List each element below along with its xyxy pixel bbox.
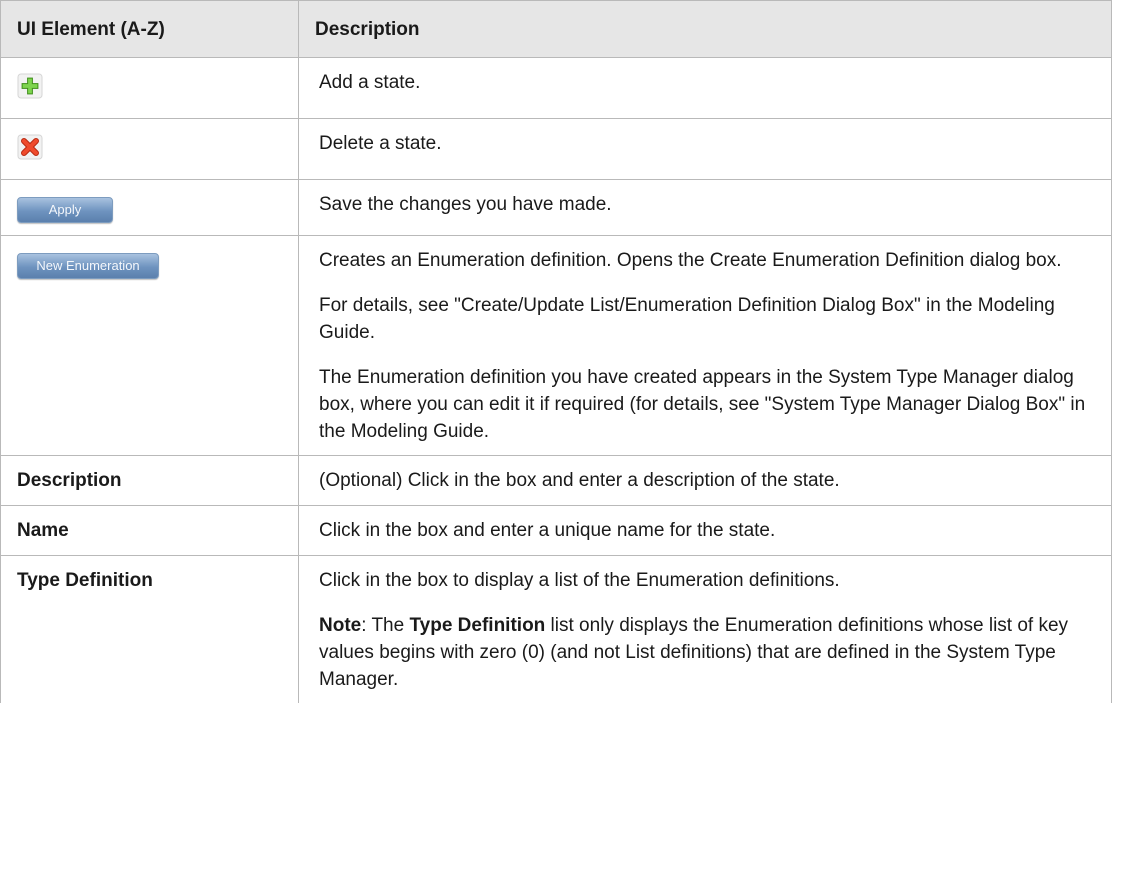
table-row: Description (Optional) Click in the box … bbox=[0, 455, 1112, 506]
description-text: Delete a state. bbox=[319, 133, 442, 154]
table-row: Delete a state. bbox=[0, 118, 1112, 180]
table-row: New Enumeration Creates an Enumeration d… bbox=[0, 235, 1112, 456]
column-header-ui-element: UI Element (A-Z) bbox=[0, 0, 299, 58]
description-cell: Save the changes you have made. bbox=[298, 179, 1112, 236]
new-enumeration-button-image: New Enumeration bbox=[17, 253, 159, 279]
ui-element-label: Type Definition bbox=[17, 570, 153, 591]
table-row: Apply Save the changes you have made. bbox=[0, 179, 1112, 236]
table-header-row: UI Element (A-Z) Description bbox=[0, 0, 1112, 58]
table-row: Add a state. bbox=[0, 57, 1112, 119]
ui-elements-table: UI Element (A-Z) Description Add a state… bbox=[0, 0, 1112, 703]
description-cell: (Optional) Click in the box and enter a … bbox=[298, 455, 1112, 506]
ui-element-cell: Apply bbox=[0, 179, 299, 236]
note-separator: : The bbox=[361, 615, 410, 636]
ui-element-cell: Type Definition bbox=[0, 555, 299, 703]
description-text: Save the changes you have made. bbox=[319, 194, 612, 215]
note-label: Note bbox=[319, 615, 362, 636]
ui-element-label: Name bbox=[17, 520, 69, 541]
table-row: Name Click in the box and enter a unique… bbox=[0, 505, 1112, 556]
ui-element-cell: Name bbox=[0, 505, 299, 556]
apply-button-image: Apply bbox=[17, 197, 113, 223]
description-text: The Enumeration definition you have crea… bbox=[319, 367, 1086, 442]
ui-element-label: Description bbox=[17, 470, 122, 491]
description-text: Click in the box to display a list of th… bbox=[319, 570, 840, 591]
delete-icon bbox=[17, 134, 43, 160]
description-text: Click in the box and enter a unique name… bbox=[319, 520, 776, 541]
column-header-description: Description bbox=[298, 0, 1112, 58]
ui-element-cell: New Enumeration bbox=[0, 235, 299, 456]
add-icon bbox=[17, 73, 43, 99]
note-paragraph: Note: The Type Definition list only disp… bbox=[319, 612, 1093, 693]
description-cell: Click in the box to display a list of th… bbox=[298, 555, 1112, 703]
ui-element-cell bbox=[0, 118, 299, 180]
description-cell: Click in the box and enter a unique name… bbox=[298, 505, 1112, 556]
note-bold-term: Type Definition bbox=[409, 615, 546, 636]
description-text: Creates an Enumeration definition. Opens… bbox=[319, 250, 1062, 271]
description-text: Add a state. bbox=[319, 72, 421, 93]
description-text: For details, see "Create/Update List/Enu… bbox=[319, 295, 1055, 343]
ui-element-cell bbox=[0, 57, 299, 119]
description-text: (Optional) Click in the box and enter a … bbox=[319, 470, 840, 491]
table-row: Type Definition Click in the box to disp… bbox=[0, 555, 1112, 703]
ui-element-cell: Description bbox=[0, 455, 299, 506]
description-cell: Add a state. bbox=[298, 57, 1112, 119]
description-cell: Delete a state. bbox=[298, 118, 1112, 180]
description-cell: Creates an Enumeration definition. Opens… bbox=[298, 235, 1112, 456]
